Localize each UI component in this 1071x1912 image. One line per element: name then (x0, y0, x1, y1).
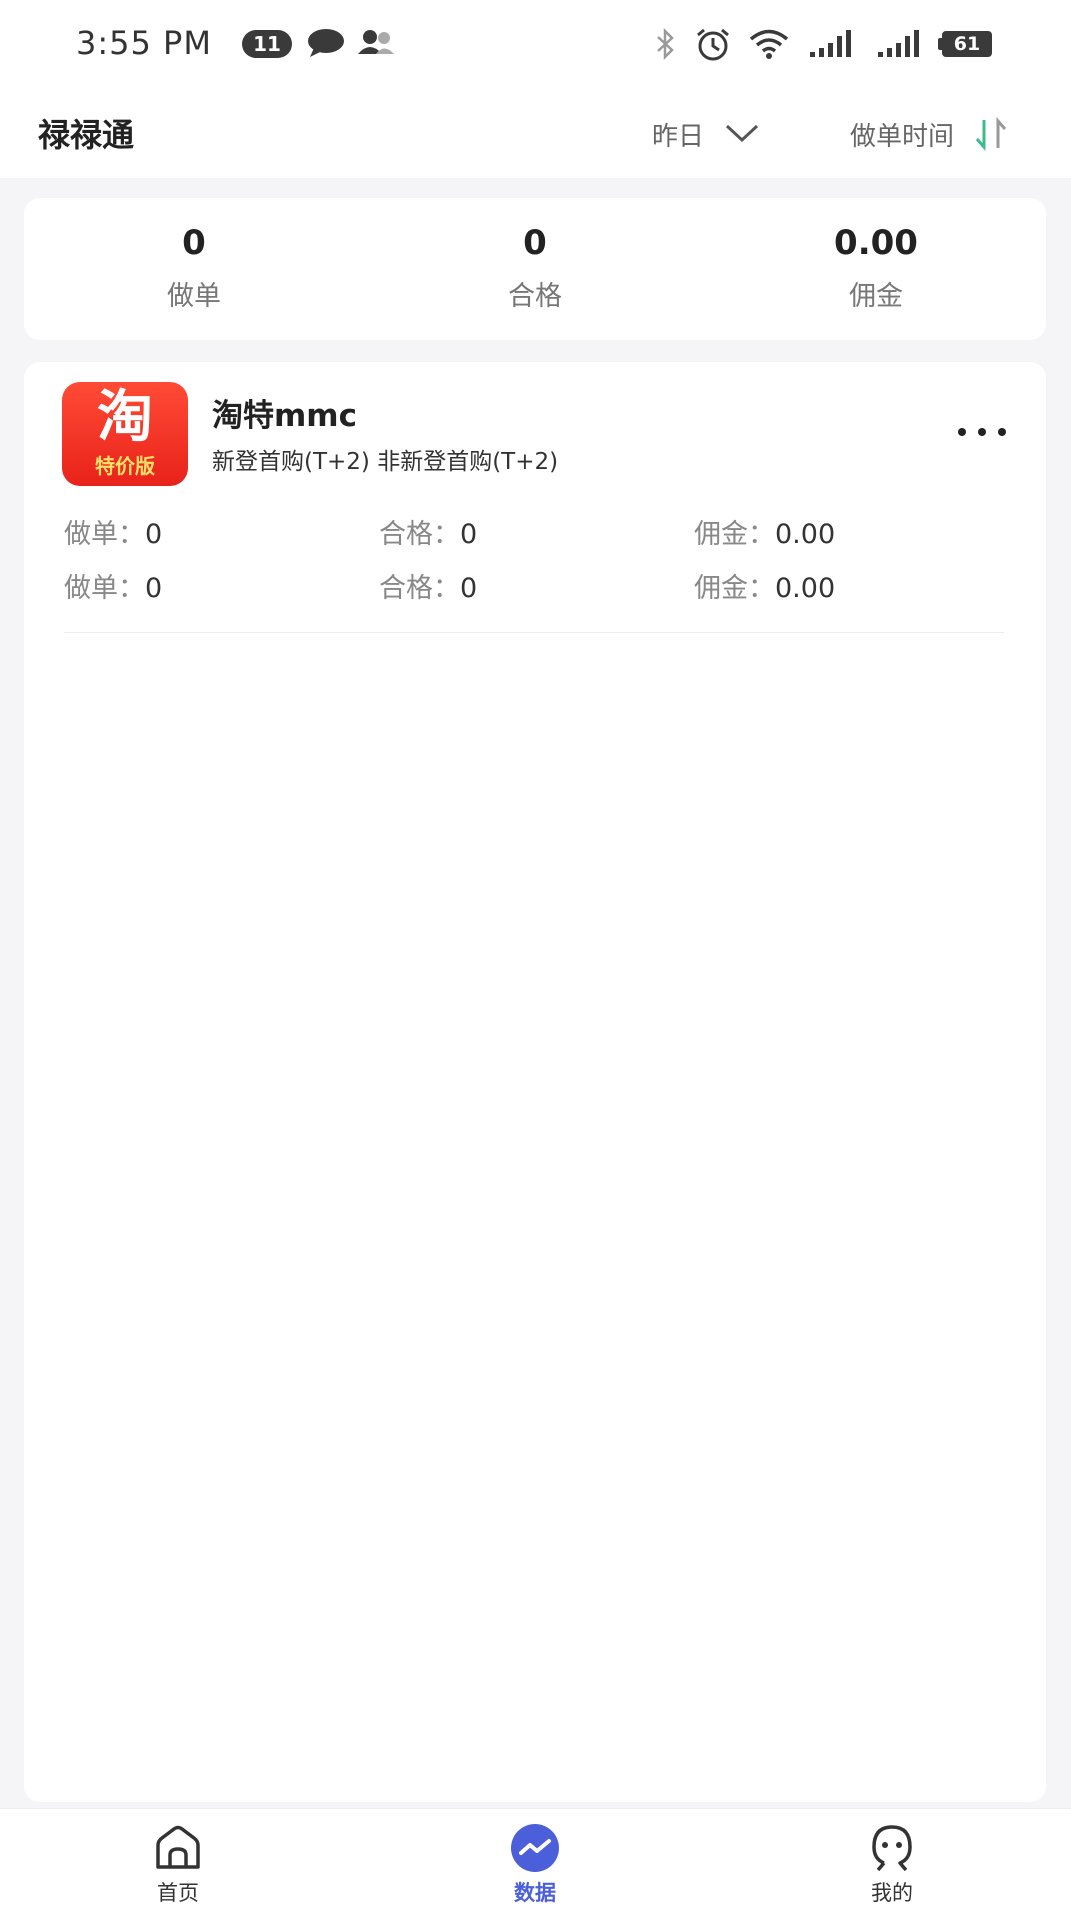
tab-home[interactable]: 首页 (118, 1823, 238, 1907)
stat-orders: 做单：0 (64, 566, 162, 605)
summary-qualified: 0 合格 (435, 220, 635, 313)
summary-commission-label: 佣金 (849, 281, 903, 312)
signal-1-icon (810, 30, 851, 57)
contacts-icon (358, 30, 394, 54)
date-filter-dropdown[interactable]: 昨日 (652, 112, 760, 156)
tab-data[interactable]: 数据 (475, 1823, 595, 1907)
alarm-icon (697, 28, 729, 61)
platform-list: 淘 特价版 淘特mmc 新登首购(T+2) 非新登首购(T+2) 做单：0 合格… (24, 362, 1046, 1802)
stat-orders-value: 0 (145, 573, 163, 604)
tab-profile-label: 我的 (871, 1881, 913, 1905)
stat-commission-label: 佣金： (694, 519, 775, 550)
notification-badge: 11 (242, 30, 292, 58)
header: 禄禄通 昨日 做单时间 (0, 90, 1071, 178)
stat-commission-value: 0.00 (775, 573, 836, 604)
stat-row: 做单：0 合格：0 佣金：0.00 (64, 566, 1004, 606)
stat-row: 做单：0 合格：0 佣金：0.00 (64, 512, 1004, 552)
status-bar: 3:55 PM 11 61 (0, 0, 1071, 90)
more-options-button[interactable] (954, 424, 1010, 440)
signal-2-icon (878, 30, 919, 57)
stat-qualified: 合格：0 (379, 566, 477, 605)
bluetooth-icon (657, 28, 674, 60)
bottom-tab-bar: 首页 数据 我的 (0, 1808, 1071, 1912)
sort-toggle[interactable]: 做单时间 (850, 112, 1012, 156)
wifi-icon (749, 29, 789, 59)
taote-logo-icon: 淘 特价版 (62, 382, 188, 486)
summary-qualified-label: 合格 (508, 281, 562, 312)
stat-qualified: 合格：0 (379, 512, 477, 551)
stat-orders-label: 做单： (64, 573, 145, 604)
stat-qualified-value: 0 (460, 573, 478, 604)
stat-commission: 佣金：0.00 (694, 512, 835, 551)
tab-data-label: 数据 (514, 1881, 556, 1905)
stat-commission-label: 佣金： (694, 573, 775, 604)
summary-orders: 0 做单 (94, 220, 294, 313)
sort-label: 做单时间 (850, 121, 955, 152)
stat-orders: 做单：0 (64, 512, 162, 551)
platform-name: 淘特mmc (212, 398, 357, 434)
summary-orders-value: 0 (182, 223, 206, 263)
summary-card: 0 做单 0 合格 0.00 佣金 (24, 198, 1046, 340)
stat-orders-value: 0 (145, 519, 163, 550)
home-icon (156, 1825, 200, 1869)
battery-indicator: 61 (942, 31, 992, 57)
logo-sub-text: 特价版 (95, 454, 155, 478)
stat-commission: 佣金：0.00 (694, 566, 835, 605)
summary-commission: 0.00 佣金 (776, 220, 976, 313)
logo-main-text: 淘 (97, 385, 153, 450)
chevron-down-icon (725, 124, 759, 143)
stat-commission-value: 0.00 (775, 519, 836, 550)
summary-commission-value: 0.00 (834, 223, 918, 263)
stat-qualified-value: 0 (460, 519, 478, 550)
stat-qualified-label: 合格： (379, 573, 460, 604)
summary-orders-label: 做单 (167, 281, 221, 312)
divider (64, 632, 1004, 633)
date-filter-label: 昨日 (652, 121, 705, 152)
stat-orders-label: 做单： (64, 519, 145, 550)
platform-description: 新登首购(T+2) 非新登首购(T+2) (212, 449, 559, 475)
status-time: 3:55 PM (76, 24, 212, 62)
profile-icon (872, 1825, 912, 1872)
page-title: 禄禄通 (38, 116, 135, 154)
sort-icon (975, 117, 1007, 151)
stat-qualified-label: 合格： (379, 519, 460, 550)
message-icon (308, 29, 344, 57)
tab-profile[interactable]: 我的 (832, 1823, 952, 1907)
tab-home-label: 首页 (157, 1881, 199, 1905)
summary-qualified-value: 0 (523, 223, 547, 263)
chart-icon (511, 1824, 559, 1872)
